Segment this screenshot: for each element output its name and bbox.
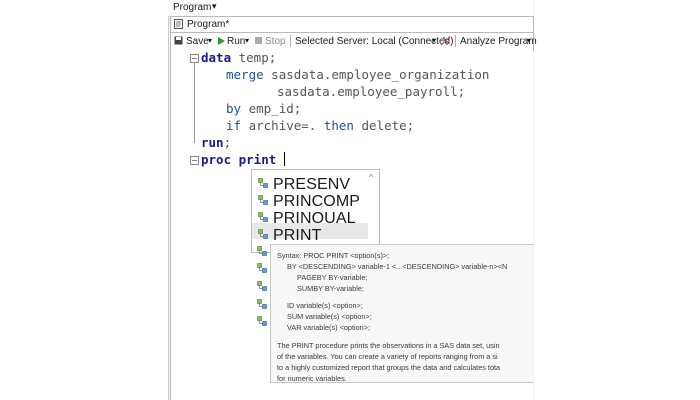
tooltip-line: of the variables. You can create a varie… (277, 352, 498, 361)
tab-label: Program* (187, 19, 230, 30)
procedure-icon (258, 192, 268, 205)
tooltip-line: SUMBY BY-variable; (297, 284, 364, 293)
autocomplete-item-label: PRINT (273, 227, 322, 244)
tooltip-line: SUM variable(s) <option>; (287, 312, 372, 321)
autocomplete-item[interactable]: PRINQUAL (252, 206, 368, 227)
tooltip-line: VAR variable(s) <option>; (287, 323, 371, 332)
code-line-7: proc print (201, 152, 277, 167)
toolbar-divider (455, 35, 456, 47)
fold-guide (194, 63, 195, 143)
code-line-6: run; (201, 135, 232, 150)
tooltip-line: The PRINT procedure prints the observati… (277, 341, 500, 350)
code-line-2: merge sasdata.employee_organization (226, 67, 490, 82)
tooltip-line: BY <DESCENDING> variable-1 <...<DESCENDI… (287, 262, 508, 271)
run-icon[interactable] (218, 37, 225, 45)
autocomplete-item[interactable]: PRINCOMP (252, 189, 368, 210)
run-button[interactable]: Run (227, 36, 245, 47)
procedure-icon (257, 243, 267, 256)
analyze-program-button[interactable]: Analyze Program (460, 36, 537, 47)
scroll-up-icon[interactable]: ^ (369, 173, 373, 182)
procedure-icon (257, 278, 267, 291)
save-icon[interactable] (174, 36, 183, 45)
save-button[interactable]: Save (186, 36, 209, 47)
fold-collapse-icon[interactable]: − (190, 54, 199, 63)
code-line-5: if archive=. then delete; (226, 118, 415, 133)
autocomplete-item[interactable]: PRINT (252, 223, 368, 244)
run-dropdown-icon[interactable]: ▾ (245, 36, 249, 45)
tooltip-line: PAGEBY BY-variable; (297, 273, 368, 282)
program-menu[interactable]: Program (173, 2, 211, 13)
toolbar-divider (290, 35, 291, 47)
procedure-icon (258, 226, 268, 239)
procedure-icon (257, 296, 267, 309)
code-line-1: data temp; (201, 50, 277, 65)
tooltip-line: for numeric variables. (277, 374, 347, 383)
code-line-4: by emp_id; (226, 101, 302, 116)
procedure-icon (257, 260, 267, 273)
tooltip-line: ID variable(s) <option>; (287, 301, 363, 310)
program-menu-bar: Program ▾ (168, 0, 533, 16)
fold-collapse-icon[interactable]: − (190, 156, 199, 165)
syntax-help-tooltip: Syntax: PROC PRINT <option(s)>; BY <DESCE… (270, 244, 533, 383)
procedure-icon (258, 209, 268, 222)
selected-server-label[interactable]: Selected Server: Local (Connected) (295, 36, 453, 47)
save-dropdown-icon[interactable]: ▾ (208, 36, 212, 45)
analyze-dropdown-icon[interactable]: ▾ (527, 36, 531, 45)
code-line-3: sasdata.employee_payroll; (277, 84, 466, 99)
tooltip-line: Syntax: PROC PRINT <option(s)>; (277, 251, 390, 260)
program-tab[interactable]: Program* (170, 16, 534, 33)
program-file-icon (174, 19, 183, 29)
tooltip-line: to a highly customized report that group… (277, 363, 501, 372)
procedure-icon (257, 313, 267, 326)
stop-button[interactable]: Stop (265, 36, 286, 47)
stop-icon[interactable] (255, 37, 262, 44)
autocomplete-item[interactable]: PRESENV (252, 172, 368, 193)
text-cursor (284, 152, 285, 166)
disconnect-icon[interactable] (441, 36, 450, 46)
procedure-icon (258, 175, 268, 188)
program-toolbar: Save ▾ Run ▾ Stop Selected Server: Local… (170, 32, 537, 51)
outer-margin (0, 0, 168, 400)
server-dropdown-icon[interactable]: ▾ (432, 36, 436, 45)
chevron-down-icon[interactable]: ▾ (212, 1, 217, 12)
